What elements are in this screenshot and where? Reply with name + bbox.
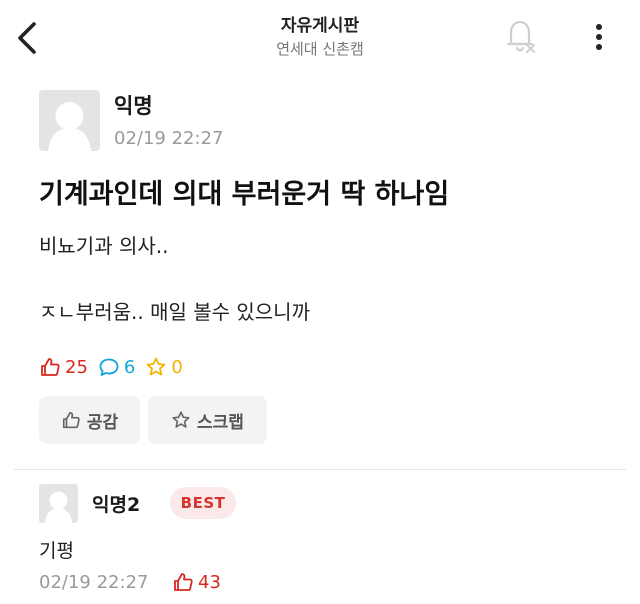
comment-like-count: 43 xyxy=(172,571,221,593)
like-count: 25 xyxy=(39,356,88,378)
best-badge: BEST xyxy=(170,487,236,519)
comment-timestamp: 02/19 22:27 xyxy=(39,572,149,593)
scrap-count-value: 0 xyxy=(171,356,183,378)
speech-bubble-icon xyxy=(99,358,119,376)
app-header: 자유게시판 연세대 신촌캠 xyxy=(0,0,640,78)
like-button-label: 공감 xyxy=(86,412,119,433)
star-icon xyxy=(172,411,190,428)
like-button[interactable]: 공감 xyxy=(39,396,140,444)
comment-author: 익명2 xyxy=(92,494,141,516)
comment-avatar xyxy=(39,484,78,523)
thumbs-up-icon xyxy=(174,573,193,591)
star-icon xyxy=(146,357,166,376)
like-count-value: 25 xyxy=(65,356,88,378)
comment-like-value: 43 xyxy=(198,571,221,593)
scrap-button-label: 스크랩 xyxy=(197,412,244,433)
notification-toggle-button[interactable] xyxy=(501,16,541,56)
board-subtitle: 연세대 신촌캠 xyxy=(276,40,364,58)
post-body: 비뇨기과 의사.. ㅈㄴ부러움.. 매일 볼수 있으니까 xyxy=(39,234,310,324)
post-author: 익명 xyxy=(114,94,153,118)
post-timestamp: 02/19 22:27 xyxy=(114,128,224,149)
thumbs-up-icon xyxy=(62,411,80,429)
vertical-dots-icon xyxy=(596,24,602,50)
scrap-count: 0 xyxy=(145,356,183,378)
thumbs-up-icon xyxy=(41,358,60,376)
comment-count: 6 xyxy=(98,356,135,378)
post-stats: 25 6 0 xyxy=(39,354,193,380)
comment-count-value: 6 xyxy=(123,356,136,378)
bell-off-icon xyxy=(506,20,535,53)
section-divider xyxy=(14,469,626,470)
anonymous-user-icon xyxy=(48,102,91,151)
more-options-button[interactable] xyxy=(588,20,610,54)
post-title: 기계과인데 의대 부러운거 딱 하나임 xyxy=(39,179,450,210)
comment-body: 기평 xyxy=(39,540,74,562)
board-title: 자유게시판 xyxy=(280,16,360,36)
author-avatar xyxy=(39,90,100,151)
scrap-button[interactable]: 스크랩 xyxy=(148,396,267,444)
anonymous-user-icon xyxy=(44,491,73,523)
